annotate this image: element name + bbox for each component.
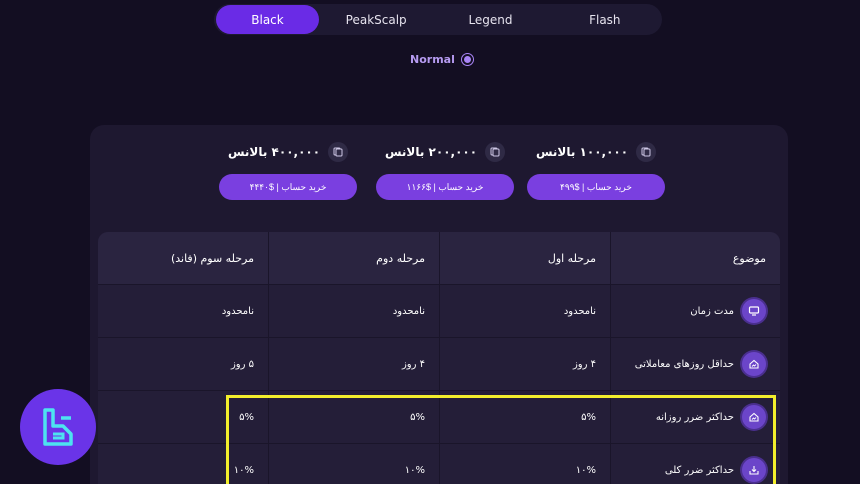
header-phase-3: مرحله سوم (فاند): [170, 251, 254, 265]
plan-balance: ۱۰۰,۰۰۰ بالانس: [535, 145, 629, 159]
tab-legend[interactable]: Legend: [433, 5, 547, 34]
buy-account-button[interactable]: خرید حساب | $۴۴۴۰: [219, 174, 357, 200]
value-cell: نامحدود: [439, 285, 610, 337]
plan-balance: ۲۰۰,۰۰۰ بالانس: [384, 145, 478, 159]
buy-account-button[interactable]: خرید حساب | $۱۱۶۶: [376, 174, 514, 200]
coins-icon: [636, 142, 657, 162]
tab-flash[interactable]: Flash: [548, 5, 662, 34]
value-cell: نامحدود: [221, 305, 254, 317]
plan-200k: ۲۰۰,۰۰۰ بالانس خرید حساب | $۱۱۶۶: [376, 142, 514, 200]
tab-peakscalp[interactable]: PeakScalp: [319, 5, 433, 34]
plan-balance: ۴۰۰,۰۰۰ بالانس: [227, 145, 321, 159]
coins-icon: [485, 142, 506, 162]
brand-logo: [20, 389, 96, 465]
header-phase-1: مرحله اول: [439, 232, 610, 284]
tab-black[interactable]: Black: [216, 5, 319, 34]
value-cell: ۴ روز: [439, 338, 610, 390]
value-cell: ۵ روز: [230, 358, 254, 370]
home-chart-icon: [742, 352, 766, 376]
topic-cell: حداقل روزهای معاملاتی: [610, 338, 780, 390]
mode-label: Normal: [410, 53, 455, 66]
monitor-icon: [742, 299, 766, 323]
table-row: حداقل روزهای معاملاتی ۴ روز ۴ روز ۵ روز: [98, 338, 780, 390]
coins-icon: [328, 142, 349, 162]
header-topic: موضوع: [610, 232, 780, 284]
value-cell: ۴ روز: [268, 338, 439, 390]
logo-icon: [43, 408, 73, 446]
plan-100k: ۱۰۰,۰۰۰ بالانس خرید حساب | $۴۹۹: [527, 142, 665, 200]
plan-400k: ۴۰۰,۰۰۰ بالانس خرید حساب | $۴۴۴۰: [219, 142, 357, 200]
topic-cell: مدت زمان: [610, 285, 780, 337]
table-header-row: موضوع مرحله اول مرحله دوم مرحله سوم (فان…: [98, 232, 780, 284]
table-row: مدت زمان نامحدود نامحدود نامحدود: [98, 285, 780, 337]
plan-type-tabs: Black PeakScalp Legend Flash: [214, 4, 662, 35]
value-cell: نامحدود: [268, 285, 439, 337]
buy-account-button[interactable]: خرید حساب | $۴۹۹: [527, 174, 665, 200]
mode-selector[interactable]: Normal: [410, 53, 474, 66]
highlight-box: [226, 395, 776, 484]
mode-radio[interactable]: [460, 53, 474, 66]
header-phase-2: مرحله دوم: [268, 232, 439, 284]
